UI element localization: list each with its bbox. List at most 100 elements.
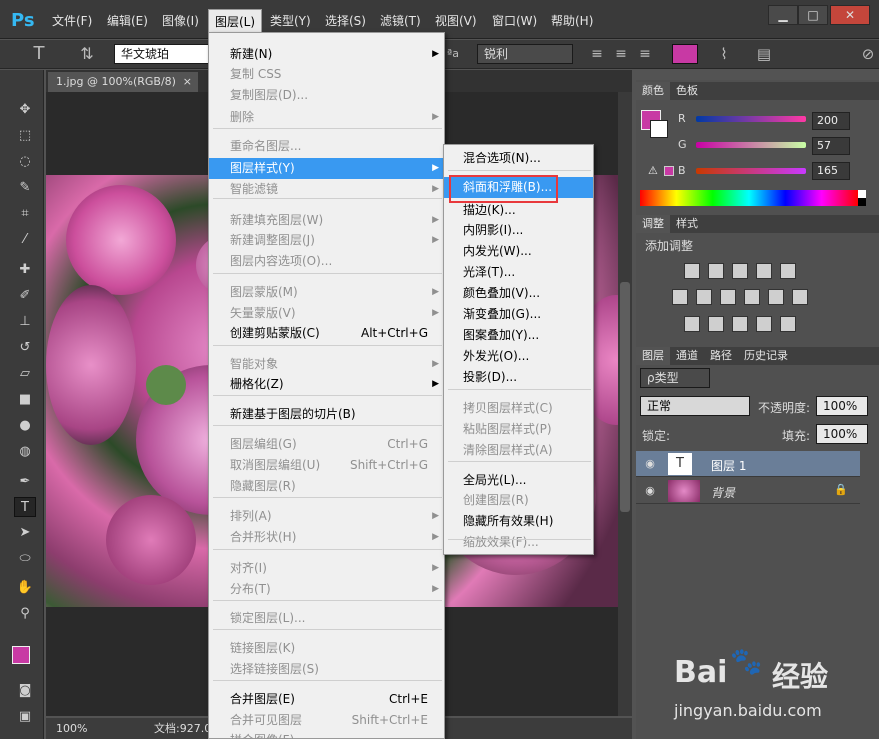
menu-file[interactable]: 文件(F) (46, 12, 98, 30)
brightness-icon[interactable] (684, 263, 700, 279)
cancel-icon[interactable]: ⊘ (858, 44, 878, 64)
document-tab[interactable]: 1.jpg @ 100%(RGB/8) × (48, 72, 198, 92)
photo-filter-icon[interactable] (744, 289, 760, 305)
quick-mask-icon[interactable]: ◙ (14, 681, 36, 701)
zoom-tool-icon[interactable]: ⚲ (14, 604, 36, 624)
style-submenu-item[interactable]: 外发光(O)... (444, 346, 593, 367)
layer-menu-item[interactable]: 新建基于图层的切片(B) (209, 404, 444, 425)
tab-paths[interactable]: 路径 (704, 347, 738, 365)
spectrum-white[interactable] (858, 190, 866, 198)
style-submenu-item[interactable]: 渐变叠加(G)... (444, 304, 593, 325)
foreground-color-swatch[interactable] (12, 646, 30, 664)
layer-menu-item[interactable]: 复制 CSS (209, 64, 444, 85)
ellipse-tool-icon[interactable]: ⬭ (14, 549, 36, 569)
curves-icon[interactable] (732, 263, 748, 279)
dodge-tool-icon[interactable]: ◍ (14, 442, 36, 462)
layer-name[interactable]: 背景 (711, 484, 735, 501)
blend-mode-select[interactable]: 正常 (640, 396, 750, 416)
minimize-button[interactable]: ▁ (768, 5, 798, 25)
tab-adjustments[interactable]: 调整 (636, 215, 670, 233)
layer-menu-item[interactable]: 拼合图像(F) (209, 730, 444, 739)
hand-tool-icon[interactable]: ✋ (14, 578, 36, 598)
align-left-icon[interactable]: ≡ (587, 44, 607, 64)
type-tool-button[interactable]: T (14, 497, 36, 517)
vertical-scrollbar[interactable] (618, 92, 632, 716)
style-submenu-item[interactable]: 颜色叠加(V)... (444, 283, 593, 304)
color-spectrum[interactable] (640, 190, 858, 206)
text-color-swatch[interactable] (672, 44, 698, 64)
menu-help[interactable]: 帮助(H) (545, 12, 599, 30)
anti-alias-select[interactable]: 锐利 (477, 44, 573, 64)
gradient-tool-icon[interactable]: ■ (14, 390, 36, 410)
layer-menu-item[interactable]: 复制图层(D)... (209, 85, 444, 106)
b-value[interactable]: 165 (812, 162, 850, 180)
black-white-icon[interactable] (720, 289, 736, 305)
layer-menu-item[interactable]: 排列(A) ▶ (209, 506, 444, 527)
layer-menu-item[interactable]: 矢量蒙版(V) ▶ (209, 303, 444, 324)
invert-icon[interactable] (684, 316, 700, 332)
layer-menu-item[interactable]: 对齐(I) ▶ (209, 558, 444, 579)
style-submenu-item[interactable]: 全局光(L)... (444, 470, 593, 491)
layer-menu-item[interactable]: 智能滤镜 ▶ (209, 179, 444, 200)
style-submenu-item[interactable]: 隐藏所有效果(H) (444, 511, 593, 532)
close-window-button[interactable]: ✕ (830, 5, 870, 25)
warp-text-icon[interactable]: ⌇ (712, 44, 736, 64)
bg-color-chip[interactable] (650, 120, 668, 138)
maximize-button[interactable]: □ (798, 5, 828, 25)
style-submenu-item[interactable]: 图案叠加(Y)... (444, 325, 593, 346)
r-value[interactable]: 200 (812, 112, 850, 130)
threshold-icon[interactable] (732, 316, 748, 332)
toggle-orientation-icon[interactable]: ⇅ (74, 44, 100, 64)
scrollbar-thumb[interactable] (620, 282, 630, 512)
blur-tool-icon[interactable]: ● (14, 416, 36, 436)
layer-filter-select[interactable]: ρ类型 (640, 368, 710, 388)
posterize-icon[interactable] (708, 316, 724, 332)
tab-color[interactable]: 颜色 (636, 82, 670, 100)
style-submenu-item[interactable]: 混合选项(N)... (444, 148, 593, 169)
layer-menu-item[interactable]: 新建(N) ▶ (209, 44, 444, 65)
channel-mixer-icon[interactable] (768, 289, 784, 305)
layer-menu-item[interactable]: 新建调整图层(J) ▶ (209, 230, 444, 251)
r-slider[interactable] (696, 116, 806, 122)
layer-name[interactable]: 图层 1 (711, 457, 746, 474)
menu-type[interactable]: 类型(Y) (264, 12, 317, 30)
close-tab-icon[interactable]: × (183, 72, 192, 92)
layer-menu-item[interactable]: 创建剪贴蒙版(C) Alt+Ctrl+G (209, 323, 444, 344)
menu-filter[interactable]: 滤镜(T) (374, 12, 427, 30)
spectrum-black[interactable] (858, 198, 866, 206)
opacity-input[interactable]: 100% (816, 396, 868, 416)
stamp-tool-icon[interactable]: ⊥ (14, 312, 36, 332)
quick-select-tool-icon[interactable]: ✎ (14, 178, 36, 198)
layer-menu-item[interactable]: 合并可见图层 Shift+Ctrl+E (209, 710, 444, 731)
fill-input[interactable]: 100% (816, 424, 868, 444)
brush-tool-icon[interactable]: ✐ (14, 286, 36, 306)
screen-mode-icon[interactable]: ▣ (14, 707, 36, 727)
layer-menu-item[interactable]: 图层样式(Y) ▶ (209, 158, 444, 179)
layer-row[interactable]: ◉ T 图层 1 (636, 451, 860, 477)
levels-icon[interactable] (708, 263, 724, 279)
style-submenu-item[interactable]: 粘贴图层样式(P) (444, 419, 593, 440)
style-submenu-item[interactable]: 缩放效果(F)... (444, 532, 593, 553)
eye-icon[interactable]: ◉ (642, 456, 658, 472)
menu-layer[interactable]: 图层(L) (208, 9, 263, 33)
eye-icon[interactable]: ◉ (642, 483, 658, 499)
style-submenu-item[interactable]: 内发光(W)... (444, 241, 593, 262)
layer-menu-item[interactable]: 选择链接图层(S) (209, 659, 444, 680)
color-lookup-icon[interactable] (792, 289, 808, 305)
align-center-icon[interactable]: ≡ (611, 44, 631, 64)
zoom-level[interactable]: 100% (56, 718, 87, 739)
style-submenu-item[interactable]: 清除图层样式(A) (444, 440, 593, 461)
menu-edit[interactable]: 编辑(E) (101, 12, 154, 30)
vibrance-icon[interactable] (780, 263, 796, 279)
layer-menu-item[interactable]: 智能对象 ▶ (209, 354, 444, 375)
path-select-icon[interactable]: ➤ (14, 523, 36, 543)
style-submenu-item[interactable]: 描边(K)... (444, 200, 593, 221)
selective-color-icon[interactable] (756, 316, 772, 332)
layer-menu-item[interactable]: 分布(T) ▶ (209, 579, 444, 600)
b-slider[interactable] (696, 168, 806, 174)
lasso-tool-icon[interactable]: ◌ (14, 152, 36, 172)
layer-menu-item[interactable]: 合并形状(H) ▶ (209, 527, 444, 548)
gradient-map-icon[interactable] (780, 316, 796, 332)
menu-view[interactable]: 视图(V) (429, 12, 483, 30)
tab-styles[interactable]: 样式 (670, 215, 704, 233)
